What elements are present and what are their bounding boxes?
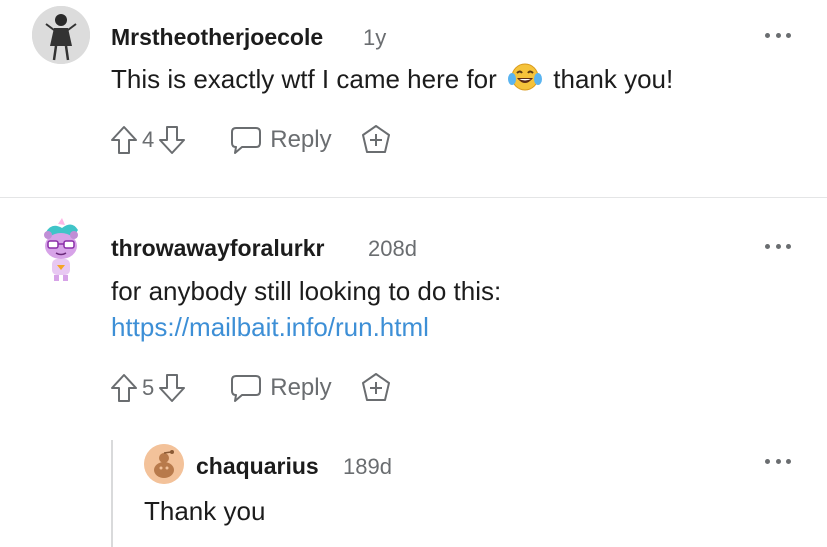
comment-1: Mrstheotherjoecole 1y This is exactly wt… [0, 0, 827, 197]
laughing-emoji-icon [508, 62, 543, 99]
more-options-icon[interactable] [765, 242, 791, 250]
reply-button[interactable]: Reply [230, 125, 332, 155]
user-photo-icon [32, 6, 90, 64]
comment-2: throwawayforalurkr 208d for anybody stil… [0, 198, 827, 433]
more-options-icon[interactable] [765, 31, 791, 39]
reply-button[interactable]: Reply [230, 373, 332, 403]
vote-controls: 5 [110, 373, 186, 403]
award-button[interactable] [360, 372, 392, 404]
avatar[interactable] [144, 444, 184, 484]
username[interactable]: chaquarius [196, 453, 319, 480]
comment-body: This is exactly wtf I came here for than… [111, 62, 673, 99]
vote-controls: 4 [110, 125, 186, 155]
reply-label: Reply [270, 126, 332, 153]
comment-text: This is exactly wtf I came here for [111, 64, 497, 94]
username[interactable]: throwawayforalurkr [111, 235, 324, 262]
snoo-avatar-icon [44, 218, 78, 281]
downvote-icon[interactable] [158, 125, 186, 155]
comment-actions: 4 Reply [110, 120, 392, 160]
comment-3: chaquarius 189d Thank you [0, 438, 827, 547]
snoo-avatar-icon [144, 444, 184, 484]
reply-bubble-icon [231, 127, 262, 154]
comment-age: 1y [363, 25, 387, 50]
more-options-icon[interactable] [765, 457, 791, 465]
vote-score: 4 [142, 127, 155, 152]
comment-age: 189d [343, 454, 392, 479]
comment-age: 208d [368, 236, 417, 261]
comment-text-end: thank you! [553, 64, 674, 94]
vote-score: 5 [142, 375, 155, 400]
reply-label: Reply [270, 374, 332, 401]
upvote-icon[interactable] [110, 373, 138, 403]
award-icon [361, 373, 390, 401]
avatar[interactable] [38, 218, 84, 282]
downvote-icon[interactable] [158, 373, 186, 403]
award-icon [361, 125, 390, 153]
upvote-icon[interactable] [110, 125, 138, 155]
comment-text: for anybody still looking to do this: [111, 276, 502, 306]
reply-bubble-icon [231, 375, 262, 402]
award-button[interactable] [360, 124, 392, 156]
username[interactable]: Mrstheotherjoecole [111, 24, 323, 51]
comment-actions: 5 Reply [110, 368, 392, 408]
avatar[interactable] [32, 6, 90, 64]
comment-link[interactable]: https://mailbait.info/run.html [111, 312, 429, 343]
comment-text: Thank you [144, 496, 266, 526]
